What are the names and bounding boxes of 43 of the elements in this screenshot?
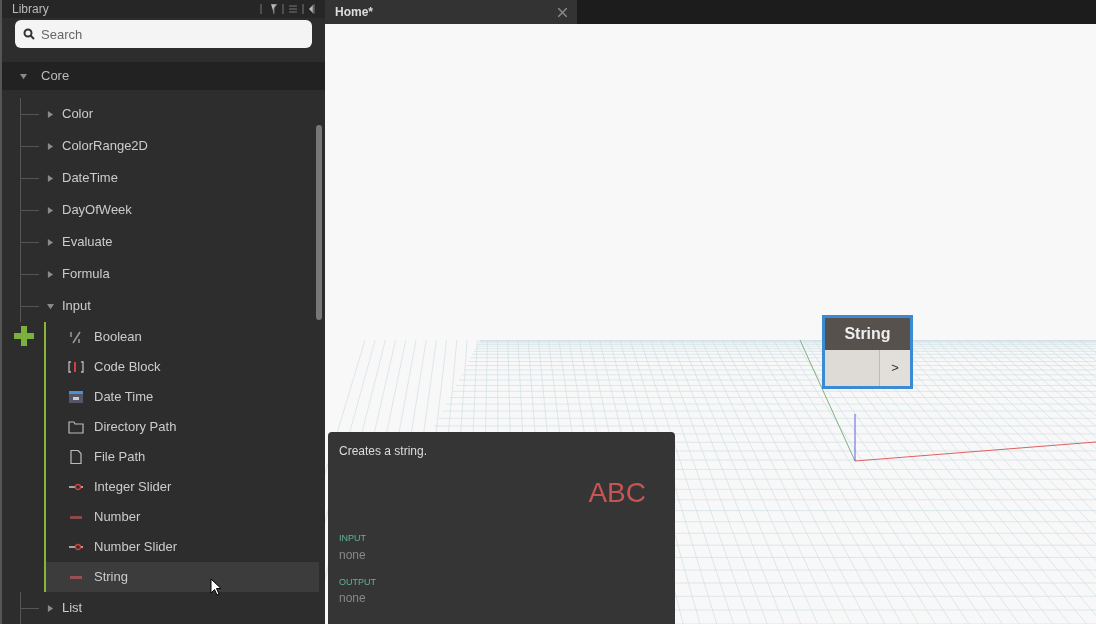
scrollbar[interactable] bbox=[316, 125, 322, 320]
search-field[interactable]: Search bbox=[15, 20, 312, 48]
string-node[interactable]: String > bbox=[822, 315, 913, 389]
toolbar-icon[interactable] bbox=[259, 4, 315, 14]
slash-icon bbox=[68, 330, 84, 344]
node-title: String bbox=[825, 318, 910, 350]
caret-icon[interactable] bbox=[47, 238, 54, 246]
output-value: none bbox=[339, 590, 367, 607]
caret-icon[interactable] bbox=[47, 110, 54, 118]
node-list-item[interactable]: File Path bbox=[46, 442, 319, 472]
node-list-item[interactable]: Date Time bbox=[46, 382, 319, 412]
input-field[interactable] bbox=[825, 350, 880, 386]
caret-icon[interactable] bbox=[47, 604, 54, 612]
description-text: Creates a string. bbox=[339, 443, 429, 460]
input-heading: INPUT bbox=[339, 532, 367, 545]
document-tab[interactable]: Home* bbox=[325, 0, 577, 24]
node-list-item[interactable]: Directory Path bbox=[46, 412, 319, 442]
input-value: none bbox=[339, 546, 367, 564]
node-icon-text: ABC bbox=[588, 476, 646, 510]
node-list-item[interactable]: Boolean bbox=[46, 322, 319, 352]
close-icon[interactable] bbox=[558, 7, 567, 17]
node-list-item[interactable]: Integer Slider bbox=[46, 472, 319, 502]
caret-icon[interactable] bbox=[47, 174, 54, 182]
node-list-item[interactable]: Code Block bbox=[46, 352, 319, 382]
panel-title: Library bbox=[12, 1, 49, 18]
caret-icon[interactable] bbox=[47, 206, 54, 214]
output-heading: OUTPUT bbox=[339, 575, 377, 589]
caret-icon[interactable] bbox=[47, 142, 54, 150]
output-port[interactable]: > bbox=[880, 350, 910, 386]
calendar-icon bbox=[68, 390, 84, 404]
brackets-icon bbox=[68, 360, 84, 374]
node-list-item[interactable]: Number Slider bbox=[46, 532, 319, 562]
caret-icon[interactable] bbox=[47, 302, 54, 310]
node-list-item[interactable]: Number bbox=[46, 502, 319, 532]
caret-icon[interactable] bbox=[20, 72, 27, 80]
folder-icon bbox=[68, 420, 84, 434]
search-icon bbox=[23, 28, 35, 40]
category-header[interactable]: Core bbox=[2, 62, 325, 90]
caret-icon[interactable] bbox=[47, 270, 54, 278]
pointer-icon bbox=[210, 578, 222, 596]
file-icon bbox=[68, 450, 84, 464]
add-icon[interactable] bbox=[14, 326, 34, 346]
node-list-item[interactable]: String bbox=[46, 562, 319, 592]
